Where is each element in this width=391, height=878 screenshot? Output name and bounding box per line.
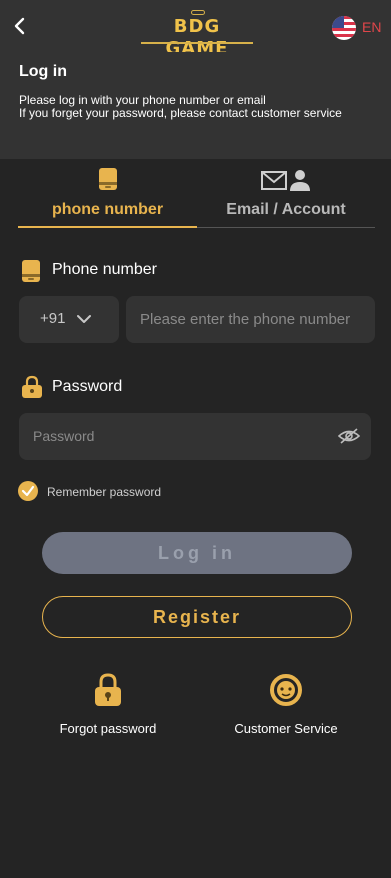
customer-service-link[interactable]: Customer Service: [216, 672, 356, 742]
instruction-line-2: If you forget your password, please cont…: [19, 106, 342, 120]
password-placeholder: Password: [33, 428, 95, 444]
logo-crown-icon: [191, 10, 205, 15]
lock-icon: [22, 375, 42, 398]
phone-icon: [99, 168, 117, 190]
chevron-left-icon: [14, 17, 25, 35]
checkbox-checked-icon: [18, 481, 38, 501]
remember-password-label: Remember password: [47, 485, 162, 499]
page-title: Log in: [19, 63, 67, 80]
us-flag-icon: [332, 16, 356, 40]
tab-email-account-label: Email / Account: [226, 201, 346, 218]
language-label: EN: [362, 19, 382, 35]
country-code-value: +91: [40, 310, 66, 327]
chevron-down-icon: [77, 315, 91, 323]
forgot-password-link[interactable]: Forgot password: [38, 672, 178, 742]
login-instructions: Please log in with your phone number or …: [19, 94, 342, 120]
phone-number-input[interactable]: Please enter the phone number: [126, 296, 375, 343]
tab-phone-number-label: phone number: [51, 201, 164, 218]
phone-number-label: Phone number: [52, 261, 157, 278]
tab-email-account[interactable]: Email / Account: [197, 159, 375, 229]
login-button[interactable]: Log in: [42, 532, 352, 574]
tab-divider: [197, 227, 375, 228]
login-method-tabs: phone number Email / Account: [18, 159, 375, 229]
password-input[interactable]: Password: [19, 413, 371, 460]
forgot-password-label: Forgot password: [59, 721, 157, 736]
lock-icon: [95, 673, 121, 706]
brand-logo: BDG GAME: [141, 10, 253, 59]
back-button[interactable]: [10, 14, 32, 38]
mail-user-icon: [261, 170, 310, 191]
phone-icon: [22, 260, 40, 282]
register-button[interactable]: Register: [42, 596, 352, 638]
customer-service-label: Customer Service: [234, 721, 338, 736]
password-label: Password: [52, 378, 123, 395]
phone-number-placeholder: Please enter the phone number: [140, 311, 351, 328]
login-header: Log in Please log in with your phone num…: [0, 52, 391, 159]
country-code-select[interactable]: +91: [19, 296, 119, 343]
customer-service-icon: [270, 674, 302, 706]
logo-underline: [141, 42, 253, 44]
active-tab-indicator: [18, 226, 197, 228]
top-bar: BDG GAME EN: [0, 0, 391, 59]
eye-off-icon[interactable]: [338, 427, 360, 445]
tab-phone-number[interactable]: phone number: [18, 159, 197, 229]
